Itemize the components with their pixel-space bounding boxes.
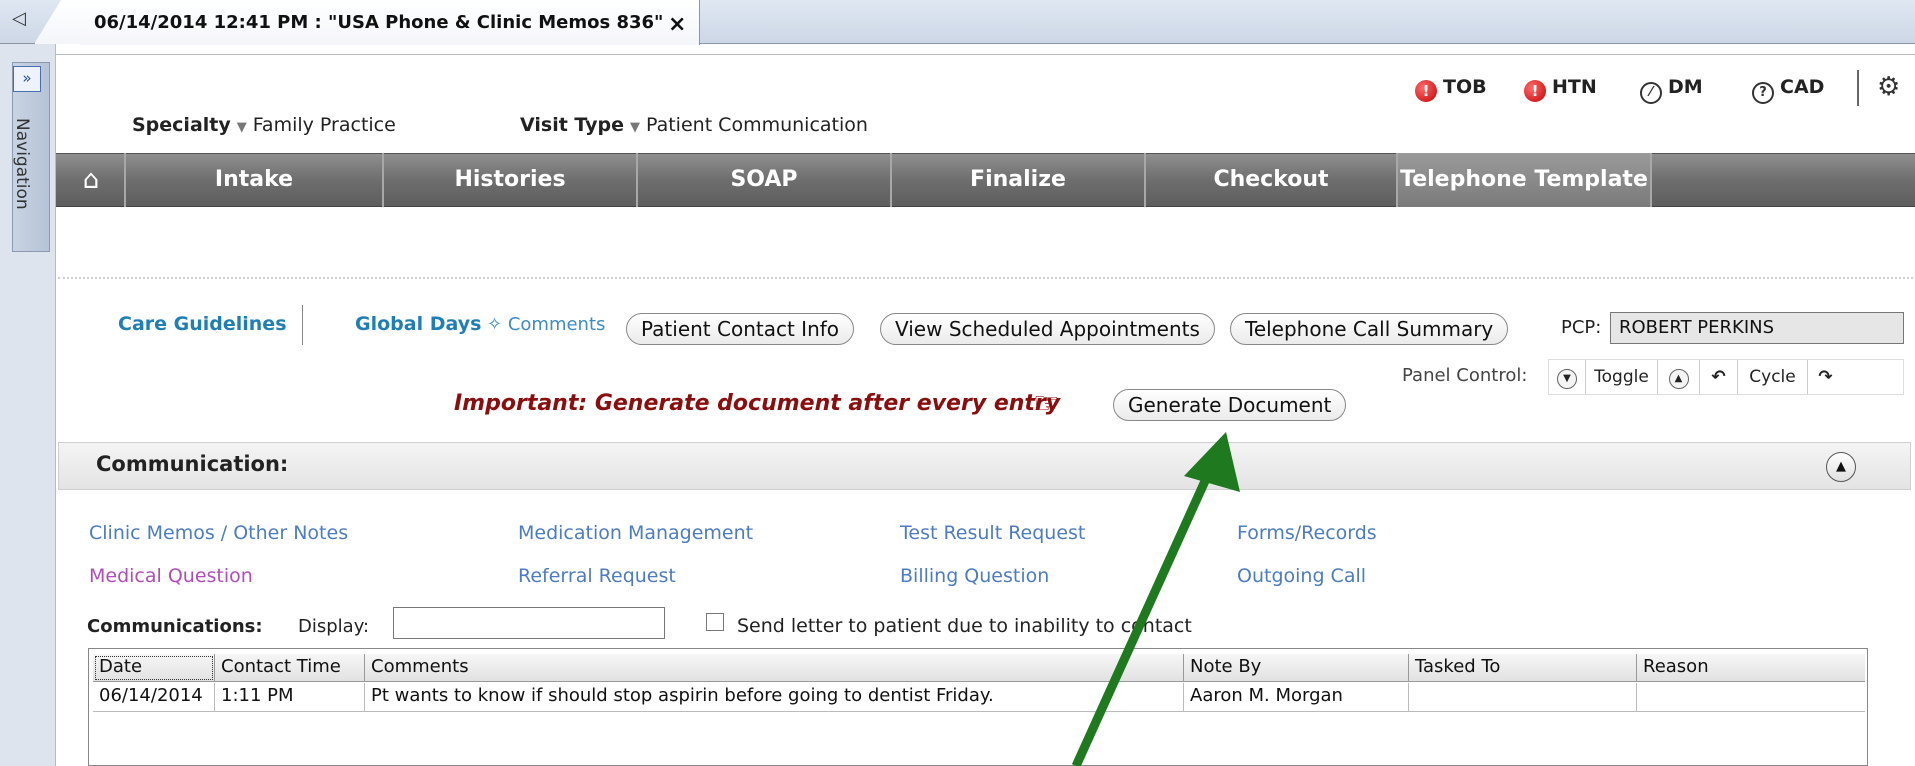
column-header-comments[interactable]: Comments [365, 654, 1184, 682]
generate-document-button[interactable]: Generate Document [1113, 389, 1347, 421]
category-clinic-memos[interactable]: Clinic Memos / Other Notes [89, 522, 348, 544]
pcp-label: PCP: [1561, 317, 1602, 338]
column-header-contact-time[interactable]: Contact Time [215, 654, 365, 682]
pointing-hand-icon: ☞ [1033, 386, 1060, 421]
indicator-dm[interactable]: ⁄ DM [1640, 76, 1703, 104]
pcp-field: ROBERT PERKINS [1610, 312, 1904, 344]
tab-telephone-template[interactable]: Telephone Template [1398, 153, 1652, 207]
tab-intake[interactable]: Intake [126, 153, 384, 207]
diamond-icon: ✧ [487, 314, 503, 335]
collapse-up-icon[interactable]: ▲ [1657, 360, 1699, 394]
cycle-button[interactable]: Cycle [1737, 360, 1807, 394]
document-tab-title: 06/14/2014 12:41 PM : "USA Phone & Clini… [94, 12, 664, 33]
communications-label: Communications: [87, 616, 263, 637]
row-divider [93, 711, 1865, 712]
category-forms-records[interactable]: Forms/Records [1237, 522, 1377, 544]
send-letter-checkbox[interactable] [706, 613, 724, 631]
section-separator [58, 277, 1913, 279]
gear-icon[interactable]: ⚙ [1877, 72, 1900, 102]
patient-contact-info-button[interactable]: Patient Contact Info [626, 313, 855, 345]
redo-arrow-icon[interactable]: ↷ [1807, 360, 1843, 394]
collapse-section-icon[interactable]: ▲ [1826, 452, 1856, 482]
comments-link[interactable]: ✧ Comments [487, 314, 605, 335]
alert-red-icon: ! [1524, 80, 1546, 102]
global-days-link[interactable]: Global Days [355, 313, 481, 335]
cell-note-by: Aaron M. Morgan [1184, 683, 1409, 711]
navigation-label[interactable]: Navigation [12, 118, 32, 210]
undo-arrow-icon[interactable]: ↶ [1699, 360, 1737, 394]
category-billing-question[interactable]: Billing Question [900, 565, 1049, 587]
cell-reason [1637, 683, 1865, 711]
indicator-cad[interactable]: ? CAD [1752, 76, 1824, 104]
visit-type-value: Patient Communication [645, 114, 868, 136]
indicator-tob[interactable]: ! TOB [1415, 76, 1487, 102]
column-header-reason[interactable]: Reason [1637, 654, 1865, 682]
cell-date: 06/14/2014 [93, 683, 215, 711]
none-symbol-icon: ⁄ [1640, 82, 1662, 104]
close-icon[interactable]: × [668, 12, 686, 37]
tab-checkout[interactable]: Checkout [1146, 153, 1398, 207]
column-header-date[interactable]: Date [93, 654, 215, 682]
view-scheduled-appointments-button[interactable]: View Scheduled Appointments [880, 313, 1215, 345]
dropdown-caret-icon: ▼ [236, 120, 247, 135]
telephone-call-summary-button[interactable]: Telephone Call Summary [1230, 313, 1509, 345]
specialty-label: Specialty [132, 114, 231, 136]
care-guidelines-link[interactable]: Care Guidelines [118, 313, 287, 335]
communication-title: Communication: [96, 452, 289, 476]
tab-histories[interactable]: Histories [384, 153, 638, 207]
indicator-htn[interactable]: ! HTN [1524, 76, 1597, 102]
toggle-button[interactable]: Toggle [1585, 360, 1657, 394]
category-medication-management[interactable]: Medication Management [518, 522, 753, 544]
category-test-result-request[interactable]: Test Result Request [900, 522, 1085, 544]
panel-control-label: Panel Control: [1402, 365, 1528, 386]
indicator-divider [1857, 70, 1859, 106]
display-input[interactable] [393, 607, 665, 639]
cell-comments: Pt wants to know if should stop aspirin … [365, 683, 1184, 711]
home-icon[interactable]: ⌂ [58, 153, 126, 207]
question-icon: ? [1752, 82, 1774, 104]
send-letter-label[interactable]: Send letter to patient due to inability … [737, 615, 1192, 637]
category-medical-question[interactable]: Medical Question [89, 565, 253, 587]
alert-red-icon: ! [1415, 80, 1437, 102]
cell-contact-time: 1:11 PM [215, 683, 365, 711]
column-header-tasked-to[interactable]: Tasked To [1409, 654, 1637, 682]
cell-tasked-to [1409, 683, 1637, 711]
specialty-value: Family Practice [252, 114, 396, 136]
column-header-note-by[interactable]: Note By [1184, 654, 1409, 682]
document-tab[interactable]: 06/14/2014 12:41 PM : "USA Phone & Clini… [80, 0, 700, 45]
tab-soap[interactable]: SOAP [638, 153, 892, 207]
tab-finalize[interactable]: Finalize [892, 153, 1146, 207]
visit-type-field[interactable]: Visit Type ▼ Patient Communication [520, 114, 868, 136]
specialty-field[interactable]: Specialty ▼ Family Practice [132, 114, 396, 136]
expand-down-icon[interactable]: ▼ [1549, 360, 1585, 394]
communication-section-header [58, 442, 1911, 490]
category-outgoing-call[interactable]: Outgoing Call [1237, 565, 1366, 587]
expand-navigation-icon[interactable]: » [13, 66, 41, 92]
important-notice: Important: Generate document after every… [454, 391, 1061, 416]
category-referral-request[interactable]: Referral Request [518, 565, 676, 587]
link-divider [302, 305, 303, 345]
dropdown-caret-icon: ▼ [629, 120, 640, 135]
display-label: Display: [298, 616, 370, 637]
visit-type-label: Visit Type [520, 114, 624, 136]
